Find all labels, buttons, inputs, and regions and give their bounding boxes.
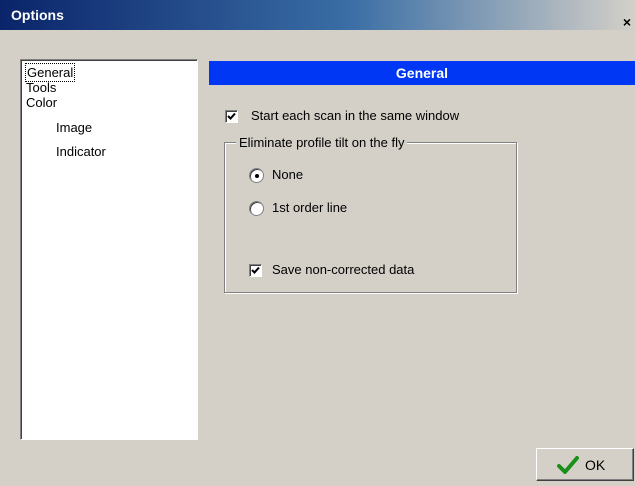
start-scan-same-window-checkbox[interactable] <box>225 110 238 123</box>
ok-button[interactable]: OK <box>536 448 634 481</box>
radio-selected-dot <box>255 174 259 178</box>
tree-item-color[interactable]: Color <box>26 94 57 111</box>
checkmark-icon <box>557 456 579 474</box>
title-bar: Options × <box>0 0 635 30</box>
close-button[interactable]: × <box>619 14 635 30</box>
save-noncorrected-checkbox[interactable] <box>249 264 262 277</box>
radio-none-label: None <box>272 167 304 182</box>
options-tree[interactable]: General Tools Color Image Indicator <box>20 59 198 440</box>
start-scan-same-window-label: Start each scan in the same window <box>251 108 460 123</box>
radio-none[interactable] <box>249 168 264 183</box>
ok-label: OK <box>585 457 606 473</box>
tree-item-image[interactable]: Image <box>56 119 92 136</box>
tilt-group-title: Eliminate profile tilt on the fly <box>236 135 408 151</box>
panel-header: General <box>209 61 635 85</box>
tree-item-indicator[interactable]: Indicator <box>56 143 106 160</box>
radio-1st-order-line[interactable] <box>249 201 264 216</box>
window-title: Options <box>11 7 64 23</box>
checkmark-icon <box>251 266 260 274</box>
save-noncorrected-label: Save non-corrected data <box>272 262 415 277</box>
checkmark-icon <box>227 112 236 120</box>
radio-1st-order-line-label: 1st order line <box>272 200 348 215</box>
